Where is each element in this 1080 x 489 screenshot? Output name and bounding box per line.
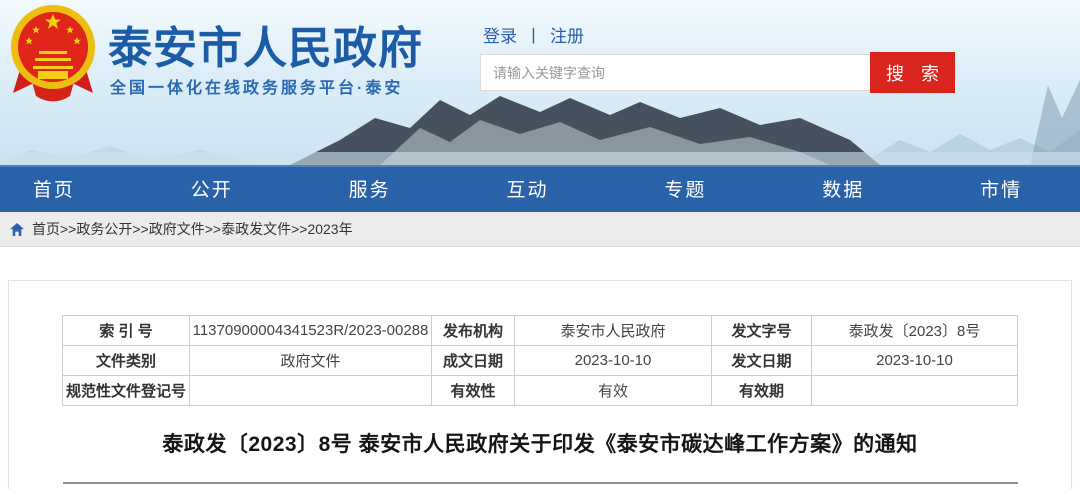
nav-item-services[interactable]: 服务 [291, 165, 449, 212]
meta-value-doc-category: 政府文件 [190, 346, 432, 376]
login-link[interactable]: 登录 [483, 27, 517, 46]
meta-label-index-number: 索 引 号 [63, 316, 190, 346]
home-icon [10, 223, 24, 236]
search-input[interactable] [481, 55, 870, 90]
meta-value-issue-date: 2023-10-10 [812, 346, 1018, 376]
table-row: 规范性文件登记号 有效性 有效 有效期 [63, 376, 1018, 406]
document-card: 索 引 号 11370900004341523R/2023-00288 发布机构… [8, 280, 1072, 489]
meta-label-doc-number: 发文字号 [712, 316, 812, 346]
main-navigation: 首页 公开 服务 互动 专题 数据 市情 [0, 165, 1080, 212]
national-emblem-logo[interactable] [8, 3, 98, 103]
breadcrumb-separator: >> [291, 221, 307, 237]
register-link[interactable]: 注册 [550, 27, 584, 46]
breadcrumb-separator: >> [132, 221, 148, 237]
title-divider [63, 482, 1018, 484]
site-header: 泰安市人民政府 全国一体化在线政务服务平台·泰安 登录丨注册 搜 索 [0, 0, 1080, 165]
breadcrumb-separator: >> [205, 221, 221, 237]
nav-item-interact[interactable]: 互动 [449, 165, 607, 212]
breadcrumb-year[interactable]: 2023年 [307, 219, 352, 239]
meta-value-doc-number: 泰政发〔2023〕8号 [812, 316, 1018, 346]
nav-item-public[interactable]: 公开 [133, 165, 291, 212]
breadcrumb-gov-info[interactable]: 政务公开 [76, 219, 132, 239]
search-button[interactable]: 搜 索 [870, 52, 955, 93]
login-register-bar: 登录丨注册 [483, 22, 584, 47]
breadcrumb: 首页>>政务公开>>政府文件>>泰政发文件>>2023年 [0, 212, 1080, 247]
document-title: 泰政发〔2023〕8号 泰安市人民政府关于印发《泰安市碳达峰工作方案》的通知 [9, 428, 1071, 458]
meta-value-registration-number [190, 376, 432, 406]
meta-value-index-number: 11370900004341523R/2023-00288 [190, 316, 432, 346]
table-row: 文件类别 政府文件 成文日期 2023-10-10 发文日期 2023-10-1… [63, 346, 1018, 376]
breadcrumb-separator: >> [60, 221, 76, 237]
login-separator: 丨 [525, 27, 542, 46]
table-row: 索 引 号 11370900004341523R/2023-00288 发布机构… [63, 316, 1018, 346]
site-title[interactable]: 泰安市人民政府 [108, 12, 423, 76]
meta-value-validity: 有效 [515, 376, 712, 406]
nav-item-city[interactable]: 市情 [922, 165, 1080, 212]
meta-label-registration-number: 规范性文件登记号 [63, 376, 190, 406]
search-box [480, 54, 870, 91]
nav-item-home[interactable]: 首页 [0, 165, 133, 212]
document-meta-table: 索 引 号 11370900004341523R/2023-00288 发布机构… [62, 315, 1018, 406]
meta-label-doc-category: 文件类别 [63, 346, 190, 376]
meta-value-valid-period [812, 376, 1018, 406]
nav-item-data[interactable]: 数据 [764, 165, 922, 212]
breadcrumb-gov-docs[interactable]: 政府文件 [149, 219, 205, 239]
meta-value-written-date: 2023-10-10 [515, 346, 712, 376]
site-subtitle: 全国一体化在线政务服务平台·泰安 [110, 74, 403, 98]
meta-value-issuing-body: 泰安市人民政府 [515, 316, 712, 346]
breadcrumb-home[interactable]: 首页 [32, 219, 60, 239]
page-body: 索 引 号 11370900004341523R/2023-00288 发布机构… [0, 280, 1080, 489]
breadcrumb-taizhengfa[interactable]: 泰政发文件 [221, 219, 291, 239]
meta-label-issue-date: 发文日期 [712, 346, 812, 376]
meta-label-valid-period: 有效期 [712, 376, 812, 406]
meta-label-issuing-body: 发布机构 [432, 316, 515, 346]
meta-label-written-date: 成文日期 [432, 346, 515, 376]
meta-label-validity: 有效性 [432, 376, 515, 406]
nav-item-topics[interactable]: 专题 [606, 165, 764, 212]
